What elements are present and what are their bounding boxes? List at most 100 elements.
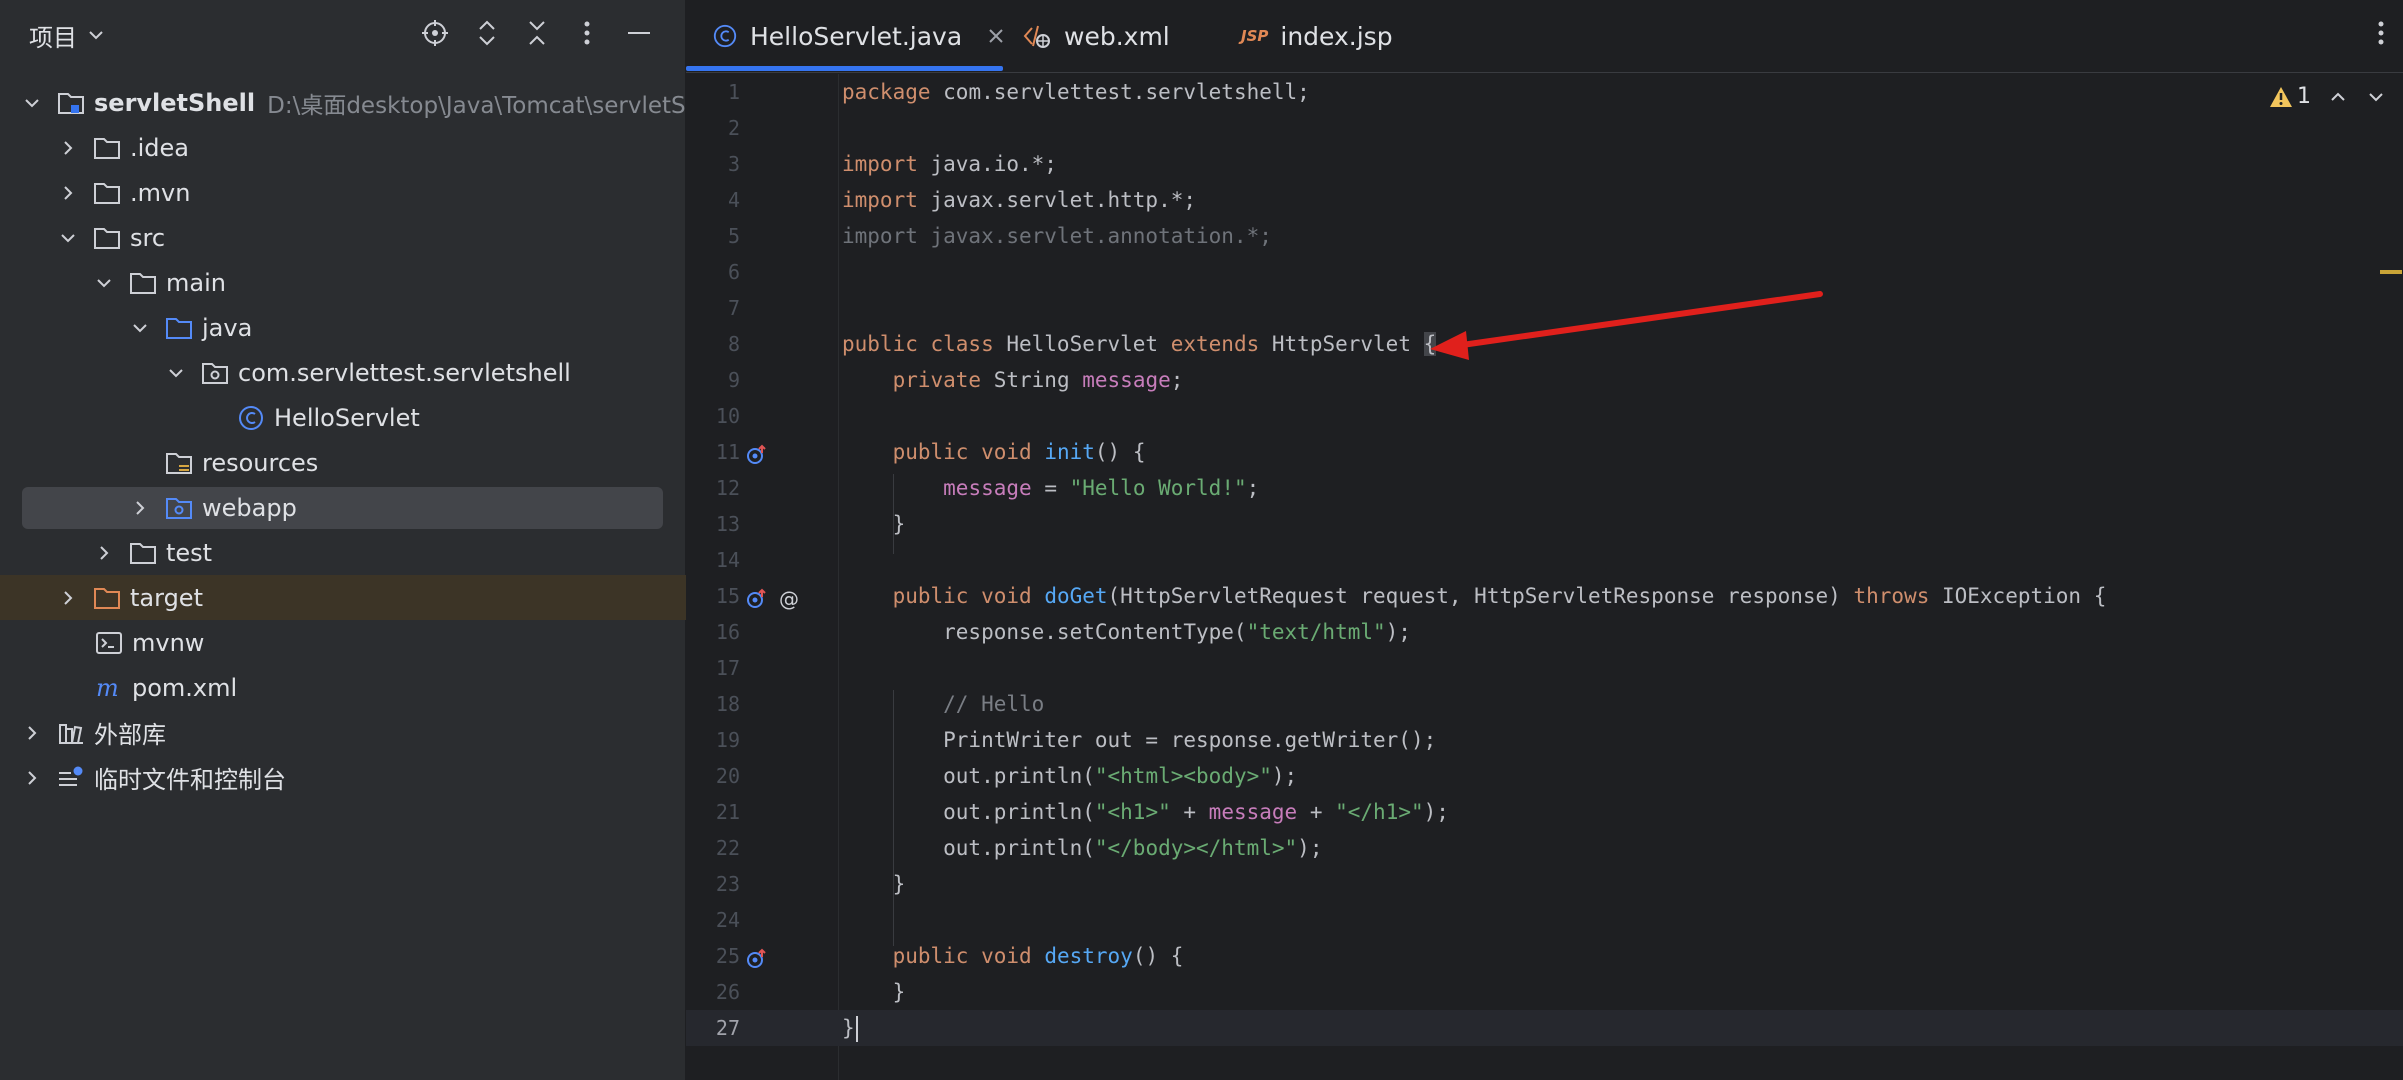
- code-line[interactable]: 8 public class HelloServlet extends HttpS…: [686, 326, 2403, 362]
- code-text: out.println("</body></html>");: [842, 836, 1323, 860]
- tree-item-servletshell[interactable]: servletShell D:\桌面desktop\Java\Tomcat\se…: [0, 80, 707, 125]
- code-line[interactable]: 21 out.println("<h1>" + message + "</h1>…: [686, 794, 2403, 830]
- code-text: public void init() {: [892, 440, 1146, 464]
- code-line[interactable]: 25 public void destroy() {: [686, 938, 2403, 974]
- inspection-widget[interactable]: 1: [2269, 84, 2385, 109]
- line-number[interactable]: 24: [686, 902, 740, 938]
- line-number[interactable]: 17: [686, 650, 740, 686]
- code-line[interactable]: 3 import java.io.*;: [686, 146, 2403, 182]
- code-line[interactable]: 12 message = "Hello World!";: [686, 470, 2403, 506]
- line-number[interactable]: 13: [686, 506, 740, 542]
- chevron-down-icon: [87, 22, 105, 50]
- line-number[interactable]: 8: [686, 326, 740, 362]
- chevron-right-icon[interactable]: [58, 138, 78, 158]
- chevron-right-icon[interactable]: [130, 498, 150, 518]
- tree-item-src[interactable]: src: [0, 215, 743, 260]
- close-icon[interactable]: [988, 28, 1004, 44]
- more-options-icon[interactable]: [570, 16, 604, 50]
- line-number[interactable]: 22: [686, 830, 740, 866]
- more-options-icon[interactable]: [2377, 20, 2385, 50]
- chevron-right-icon[interactable]: [58, 588, 78, 608]
- line-number[interactable]: 7: [686, 290, 740, 326]
- line-number[interactable]: 6: [686, 254, 740, 290]
- tree-item-idea[interactable]: .idea: [0, 125, 743, 170]
- scrollbar-warning-marker[interactable]: [2380, 270, 2402, 274]
- line-number[interactable]: 27: [686, 1010, 740, 1046]
- tree-item-main[interactable]: main: [0, 260, 779, 305]
- hide-panel-icon[interactable]: [622, 16, 656, 50]
- line-number[interactable]: 12: [686, 470, 740, 506]
- code-line[interactable]: 2: [686, 110, 2403, 146]
- chevron-right-icon[interactable]: [58, 183, 78, 203]
- code-line[interactable]: 6: [686, 254, 2403, 290]
- chevron-down-icon[interactable]: [130, 318, 150, 338]
- code-line[interactable]: 10: [686, 398, 2403, 434]
- code-editor[interactable]: 1 package com.servlettest.servletshell; 2 3…: [686, 74, 2403, 1080]
- line-number[interactable]: 3: [686, 146, 740, 182]
- code-line[interactable]: 11 public void init() {: [686, 434, 2403, 470]
- chevron-down-icon[interactable]: [58, 228, 78, 248]
- code-line[interactable]: 18 // Hello: [686, 686, 2403, 722]
- code-line[interactable]: 7: [686, 290, 2403, 326]
- tree-item-mvnw[interactable]: mvnw: [0, 620, 779, 665]
- tab-web-xml[interactable]: web.xml: [1022, 0, 1170, 72]
- xml-file-icon: [1022, 23, 1052, 49]
- line-number[interactable]: 11: [686, 434, 740, 470]
- code-text: message = "Hello World!";: [943, 476, 1260, 500]
- code-line[interactable]: 14: [686, 542, 2403, 578]
- code-line[interactable]: 4 import javax.servlet.http.*;: [686, 182, 2403, 218]
- line-number[interactable]: 1: [686, 74, 740, 110]
- chevron-right-icon[interactable]: [22, 768, 42, 788]
- chevron-down-icon[interactable]: [22, 93, 42, 113]
- tree-item-pom[interactable]: m pom.xml: [0, 665, 779, 710]
- chevron-down-icon[interactable]: [166, 363, 186, 383]
- code-line[interactable]: 20 out.println("<html><body>");: [686, 758, 2403, 794]
- line-number[interactable]: 20: [686, 758, 740, 794]
- line-number[interactable]: 9: [686, 362, 740, 398]
- line-number[interactable]: 2: [686, 110, 740, 146]
- code-line[interactable]: 24: [686, 902, 2403, 938]
- tree-item-mvn[interactable]: .mvn: [0, 170, 743, 215]
- line-number[interactable]: 25: [686, 938, 740, 974]
- chevron-right-icon[interactable]: [22, 723, 42, 743]
- code-line[interactable]: 16 response.setContentType("text/html");: [686, 614, 2403, 650]
- tree-item-label: src: [130, 223, 166, 252]
- code-line[interactable]: 15 @ public void doGet(HttpServletRequest…: [686, 578, 2403, 614]
- tab-index-jsp[interactable]: JSP index.jsp: [1241, 0, 1393, 72]
- line-number[interactable]: 10: [686, 398, 740, 434]
- chevron-down-icon[interactable]: [94, 273, 114, 293]
- chevron-down-icon[interactable]: [2367, 88, 2385, 106]
- code-line[interactable]: 26 }: [686, 974, 2403, 1010]
- line-number[interactable]: 4: [686, 182, 740, 218]
- line-number[interactable]: 26: [686, 974, 740, 1010]
- code-line[interactable]: 22 out.println("</body></html>");: [686, 830, 2403, 866]
- code-line[interactable]: 19 PrintWriter out = response.getWriter(…: [686, 722, 2403, 758]
- code-line[interactable]: 13 }: [686, 506, 2403, 542]
- line-number[interactable]: 19: [686, 722, 740, 758]
- tab-helloservlet-java[interactable]: HelloServlet.java: [712, 0, 1004, 72]
- chevron-up-icon[interactable]: [2329, 88, 2347, 106]
- tree-item-target[interactable]: target: [0, 575, 743, 620]
- tree-item-test[interactable]: test: [0, 530, 779, 575]
- project-view-selector[interactable]: 项目: [29, 18, 105, 53]
- code-line[interactable]: 27}: [686, 1010, 2403, 1046]
- tree-item-external-libraries[interactable]: 外部库: [0, 710, 707, 755]
- collapse-all-icon[interactable]: [520, 16, 554, 50]
- line-number[interactable]: 5: [686, 218, 740, 254]
- line-number[interactable]: 15: [686, 578, 740, 614]
- line-number[interactable]: 23: [686, 866, 740, 902]
- code-line[interactable]: 9 private String message;: [686, 362, 2403, 398]
- line-number[interactable]: 16: [686, 614, 740, 650]
- expand-all-icon[interactable]: [470, 16, 504, 50]
- line-number[interactable]: 14: [686, 542, 740, 578]
- chevron-right-icon[interactable]: [94, 543, 114, 563]
- editor-tab-bar: HelloServlet.java web.xml JSP index.jsp: [686, 0, 2403, 73]
- code-line[interactable]: 17: [686, 650, 2403, 686]
- locate-icon[interactable]: [418, 16, 452, 50]
- line-number[interactable]: 21: [686, 794, 740, 830]
- code-line[interactable]: 5 import javax.servlet.annotation.*;: [686, 218, 2403, 254]
- code-line[interactable]: 1 package com.servlettest.servletshell;: [686, 74, 2403, 110]
- code-line[interactable]: 23 }: [686, 866, 2403, 902]
- tree-item-scratches[interactable]: 临时文件和控制台: [0, 755, 707, 800]
- line-number[interactable]: 18: [686, 686, 740, 722]
